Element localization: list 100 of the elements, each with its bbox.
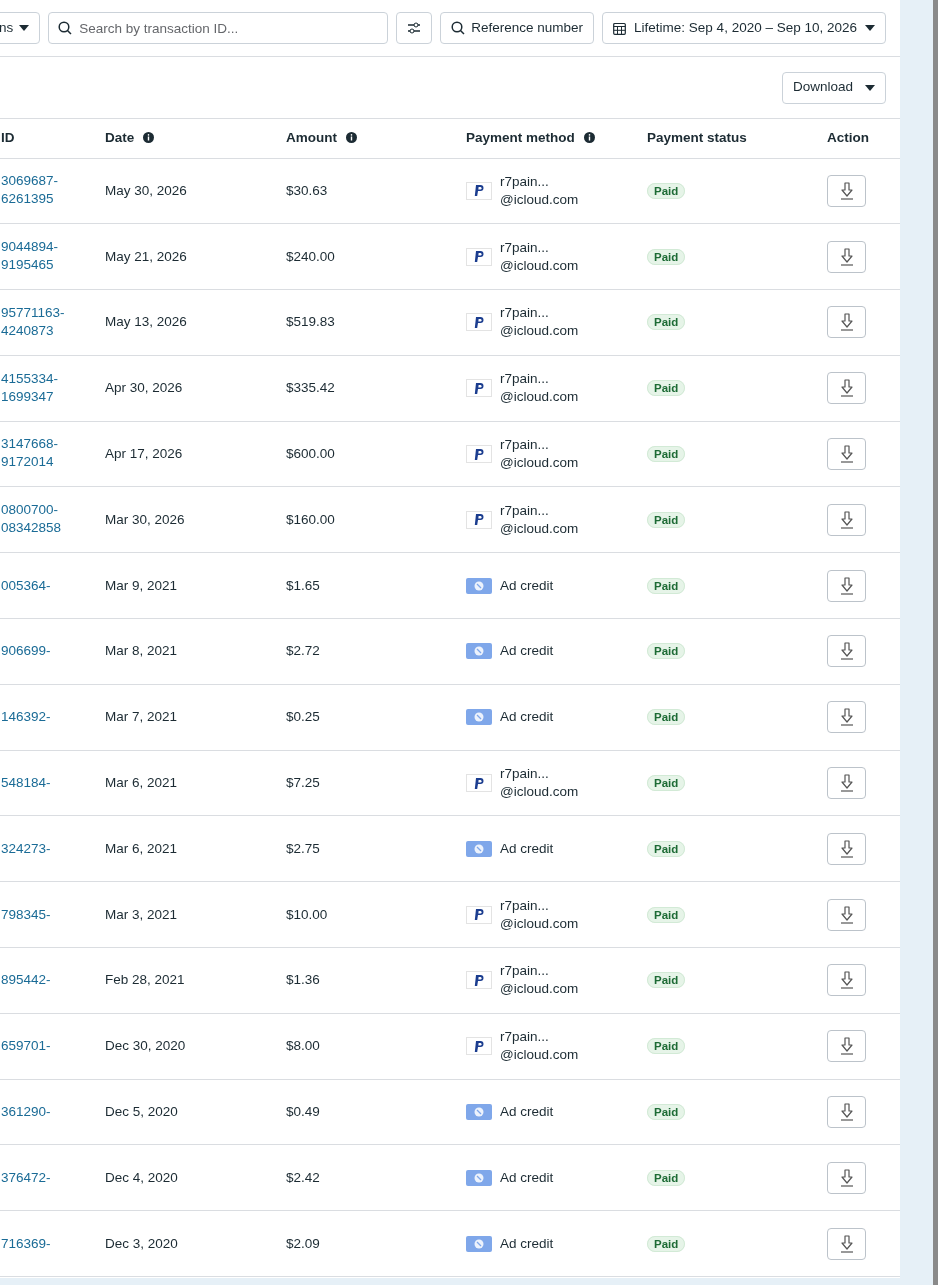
paypal-icon xyxy=(466,510,492,529)
column-header: Payment method xyxy=(466,130,575,146)
amount-text: $30.63 xyxy=(286,182,328,198)
download-button[interactable] xyxy=(827,964,866,997)
download-button[interactable] xyxy=(827,898,866,931)
transaction-id-link[interactable]: 659701- xyxy=(1,1037,51,1056)
transaction-id-link[interactable]: 3147668- 9172014 xyxy=(1,435,59,472)
dropdown-button[interactable]: ns xyxy=(0,12,41,44)
calendar-icon xyxy=(613,21,627,35)
download-button[interactable] xyxy=(827,372,866,405)
status-badge: Paid xyxy=(647,248,686,265)
transaction-id-link[interactable]: 005364- xyxy=(1,576,51,595)
transaction-id-link[interactable]: 95771163- 4240873 xyxy=(1,303,65,340)
amount-text: $10.00 xyxy=(286,906,328,922)
status-badge: Paid xyxy=(647,840,686,857)
search-field[interactable]: Search by transaction ID... xyxy=(48,12,389,44)
download-icon xyxy=(838,247,855,266)
transaction-id-link[interactable]: 906699- xyxy=(1,642,51,661)
status-badge: Paid xyxy=(647,511,686,528)
transaction-id-link[interactable]: 895442- xyxy=(1,971,51,990)
status-badge: Paid xyxy=(647,774,686,791)
transaction-id-link[interactable]: 716369- xyxy=(1,1234,51,1253)
paypal-icon xyxy=(466,774,492,793)
download-icon xyxy=(838,379,855,398)
transaction-id-link[interactable]: 361290- xyxy=(1,1102,51,1121)
transaction-id-link[interactable]: 324273- xyxy=(1,839,51,858)
download-icon xyxy=(838,774,855,793)
search-icon xyxy=(451,21,466,35)
status-badge: Paid xyxy=(647,643,686,660)
date-range-button[interactable]: Lifetime: Sep 4, 2020 – Sep 10, 2026 xyxy=(602,12,886,44)
date-text: Apr 17, 2026 xyxy=(105,445,183,461)
download-button[interactable] xyxy=(827,438,866,471)
payment-method-text: r7pain... @icloud.com xyxy=(500,962,579,999)
download-icon xyxy=(838,445,855,464)
transaction-id-link[interactable]: 798345- xyxy=(1,905,51,924)
download-button[interactable] xyxy=(827,306,866,339)
download-button[interactable] xyxy=(827,701,866,734)
amount-text: $519.83 xyxy=(286,314,335,330)
download-icon xyxy=(838,1234,855,1253)
download-icon xyxy=(838,839,855,858)
download-button[interactable] xyxy=(827,569,866,602)
date-text: Dec 5, 2020 xyxy=(105,1103,178,1119)
column-header: Action xyxy=(827,130,869,146)
download-button[interactable] xyxy=(827,1096,866,1129)
download-icon xyxy=(838,576,855,595)
download-button[interactable] xyxy=(827,832,866,865)
status-badge: Paid xyxy=(647,182,686,199)
amount-text: $1.65 xyxy=(286,577,320,593)
download-icon xyxy=(838,971,855,990)
transaction-id-link[interactable]: 4155334- 1699347 xyxy=(1,369,59,406)
transaction-id-link[interactable]: 376472- xyxy=(1,1168,51,1187)
download-button[interactable]: Download xyxy=(781,71,886,104)
status-badge: Paid xyxy=(647,1169,686,1186)
payment-method-text: r7pain... @icloud.com xyxy=(500,370,579,407)
transaction-id-link[interactable]: 548184- xyxy=(1,773,51,792)
ad-credit-icon xyxy=(466,643,492,660)
payment-method-text: r7pain... @icloud.com xyxy=(500,238,579,275)
download-button[interactable] xyxy=(827,1227,866,1260)
transaction-id-link[interactable]: 146392- xyxy=(1,708,51,727)
payment-method-text: r7pain... @icloud.com xyxy=(500,436,579,473)
download-button[interactable] xyxy=(827,240,866,273)
amount-text: $8.00 xyxy=(286,1038,320,1054)
download-icon xyxy=(838,708,855,727)
amount-text: $160.00 xyxy=(286,511,335,527)
caret-icon xyxy=(19,25,30,31)
ad-credit-icon xyxy=(466,1235,492,1252)
filter-button[interactable] xyxy=(396,12,433,44)
payment-method-text: Ad credit xyxy=(500,576,554,595)
amount-text: $2.75 xyxy=(286,840,320,856)
payment-method-text: r7pain... @icloud.com xyxy=(500,896,579,933)
download-button[interactable] xyxy=(827,1161,866,1194)
reference-button[interactable]: Reference number xyxy=(440,12,595,44)
payment-method-text: Ad credit xyxy=(500,1234,554,1253)
ad-credit-icon xyxy=(466,709,492,726)
payment-method-text: r7pain... @icloud.com xyxy=(500,172,579,209)
payment-method-text: r7pain... @icloud.com xyxy=(500,765,579,802)
transaction-id-link[interactable]: 3069687- 6261395 xyxy=(1,172,59,209)
sliders-icon xyxy=(407,22,422,34)
status-badge: Paid xyxy=(647,445,686,462)
download-button[interactable] xyxy=(827,174,866,207)
download-button[interactable] xyxy=(827,635,866,668)
download-button[interactable] xyxy=(827,503,866,536)
download-icon xyxy=(838,1037,855,1056)
paypal-icon xyxy=(466,379,492,398)
payment-method-text: r7pain... @icloud.com xyxy=(500,501,579,538)
transaction-id-link[interactable]: 9044894- 9195465 xyxy=(1,238,59,275)
scrollbar[interactable] xyxy=(933,0,938,1285)
caret-icon xyxy=(865,25,875,31)
download-button[interactable] xyxy=(827,767,866,800)
date-text: May 30, 2026 xyxy=(105,182,187,198)
transaction-id-link[interactable]: 0800700- 08342858 xyxy=(1,501,62,538)
date-text: Mar 7, 2021 xyxy=(105,709,178,725)
amount-text: $1.36 xyxy=(286,972,320,988)
date-text: Mar 6, 2021 xyxy=(105,840,178,856)
date-text: May 13, 2026 xyxy=(105,314,187,330)
ad-credit-icon xyxy=(466,1169,492,1186)
status-badge: Paid xyxy=(647,1038,686,1055)
column-header: Date xyxy=(105,130,135,146)
payment-method-text: Ad credit xyxy=(500,642,554,661)
download-button[interactable] xyxy=(827,1030,866,1063)
